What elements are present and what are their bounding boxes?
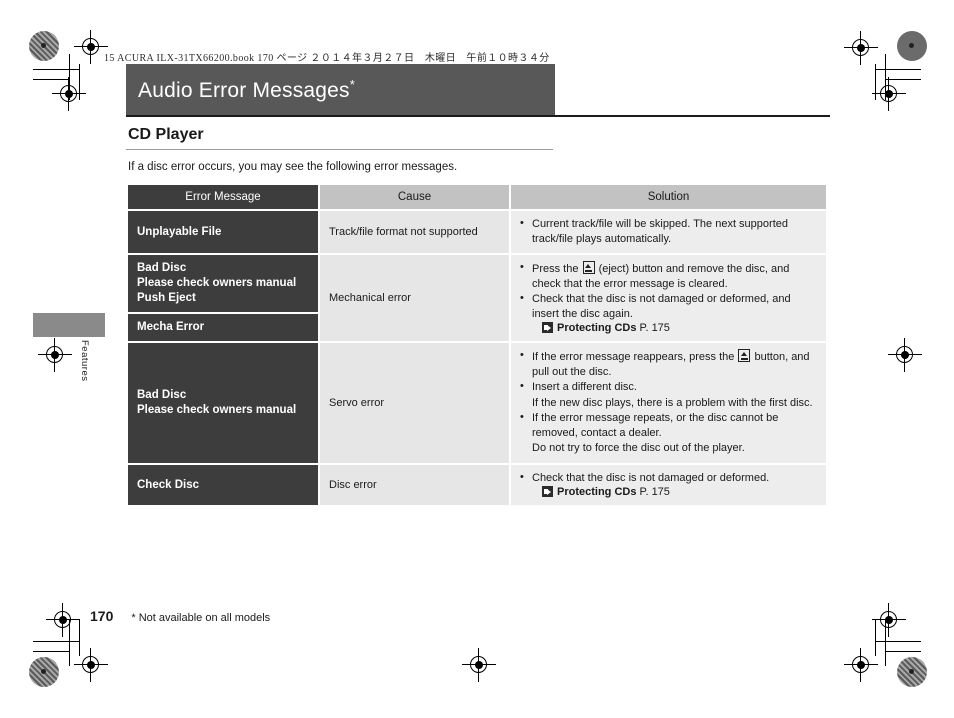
section-heading: CD Player — [128, 126, 204, 143]
registration-mark-bottom-right-lower — [844, 648, 878, 682]
crop-mark — [885, 651, 921, 652]
error-message-cell: Bad Disc Please check owners manual — [126, 341, 320, 465]
column-header-error-message: Error Message — [126, 183, 320, 211]
registration-mark-bottom-right — [872, 603, 906, 637]
solution-cell: If the error message reappears, press th… — [509, 341, 828, 465]
solution-list: Current track/file will be skipped. The … — [520, 216, 817, 246]
solution-bullet: If the error message repeats, or the dis… — [520, 410, 817, 440]
error-message-cell: Mecha Error — [126, 311, 320, 344]
solution-list: Check that the disc is not damaged or de… — [520, 470, 817, 498]
crop-mark — [33, 651, 69, 652]
solution-cell: Check that the disc is not damaged or de… — [509, 462, 828, 508]
cross-reference[interactable]: Protecting CDs P. 175 — [542, 322, 817, 334]
page-number: 170 — [90, 608, 114, 624]
cross-reference[interactable]: Protecting CDs P. 175 — [542, 486, 817, 498]
cause-cell: Mechanical error — [318, 253, 511, 344]
crop-mark — [875, 641, 921, 642]
table-row: Bad Disc Please check owners manual Servo … — [126, 341, 828, 465]
error-message-cell: Check Disc — [126, 462, 320, 508]
reference-arrow-icon — [542, 322, 553, 334]
table-header-row: Error Message Cause Solution — [126, 183, 828, 211]
registration-mark-left-middle — [38, 338, 72, 372]
registration-mark-bottom-center — [462, 648, 496, 682]
eject-icon — [738, 349, 751, 363]
footnote-text: * Not available on all models — [131, 612, 271, 624]
eject-icon — [582, 261, 595, 275]
solution-bullet: Press the (eject) button and remove the … — [520, 260, 817, 291]
cross-reference-title: Protecting CDs — [557, 486, 637, 499]
title-underline — [126, 115, 830, 117]
solution-subtext: Do not try to force the disc out of the … — [532, 442, 745, 455]
registration-mark-top-right — [844, 31, 878, 65]
page-title-asterisk: * — [349, 76, 356, 92]
section-tab-label: Features — [79, 340, 90, 382]
solution-bullet: Insert a different disc. — [520, 379, 817, 395]
crop-mark — [885, 79, 921, 80]
print-job-header: 15 ACURA ILX-31TX66200.book 170 ページ ２０１４… — [104, 53, 550, 64]
registration-mark-bottom-left — [46, 603, 80, 637]
solution-bullet: If the error message reappears, press th… — [520, 348, 817, 379]
solution-list: If the error message reappears, press th… — [520, 348, 817, 456]
table-row: Bad Disc Please check owners manual Push E… — [126, 253, 828, 344]
cause-cell: Track/file format not supported — [318, 208, 511, 256]
manual-page: 15 ACURA ILX-31TX66200.book 170 ページ ２０１４… — [0, 0, 954, 718]
page-title: Audio Error Messages* — [138, 77, 355, 103]
section-intro-text: If a disc error occurs, you may see the … — [128, 161, 458, 173]
page-content: Audio Error Messages* CD Player If a dis… — [126, 64, 830, 508]
column-header-cause: Cause — [318, 183, 511, 211]
cause-cell: Disc error — [318, 462, 511, 508]
crop-mark — [79, 64, 80, 100]
solution-bullet: Check that the disc is not damaged or de… — [520, 291, 817, 321]
print-color-dot-top-left — [29, 31, 59, 61]
solution-cell: Current track/file will be skipped. The … — [509, 208, 828, 256]
crop-mark — [875, 620, 876, 656]
solution-list: Press the (eject) button and remove the … — [520, 260, 817, 334]
section-heading-underline — [126, 149, 553, 150]
solution-bullet: Check that the disc is not damaged or de… — [520, 470, 817, 486]
registration-mark-top-left-upper — [74, 30, 108, 64]
error-messages-table: Error Message Cause Solution Unplayable … — [126, 183, 828, 508]
cross-reference-page: P. 175 — [639, 486, 670, 499]
crop-mark — [33, 79, 69, 80]
crop-mark — [33, 641, 79, 642]
cross-reference-page: P. 175 — [639, 322, 670, 335]
page-footer: 170 * Not available on all models — [90, 608, 270, 624]
page-title-text: Audio Error Messages — [138, 78, 350, 102]
error-message-cell: Bad Disc Please check owners manual Push E… — [126, 253, 320, 314]
reference-arrow-icon — [542, 486, 553, 498]
table-row: Unplayable File Track/file format not sup… — [126, 208, 828, 256]
cause-cell: Servo error — [318, 341, 511, 465]
solution-cell: Press the (eject) button and remove the … — [509, 253, 828, 344]
crop-mark — [79, 620, 80, 656]
crop-mark — [69, 620, 70, 666]
crop-mark — [33, 69, 79, 70]
print-color-dot-bottom-left — [29, 657, 59, 687]
column-header-solution: Solution — [509, 183, 828, 211]
solution-subtext: If the new disc plays, there is a proble… — [532, 396, 813, 409]
crop-mark — [69, 54, 70, 100]
crop-mark — [885, 620, 886, 666]
error-message-cell: Unplayable File — [126, 208, 320, 256]
table-body: Unplayable File Track/file format not sup… — [126, 208, 828, 508]
registration-mark-right-middle — [888, 338, 922, 372]
print-color-dot-bottom-right — [897, 657, 927, 687]
table-row: Check DiscDisc error Check that the disc … — [126, 462, 828, 508]
registration-mark-top-right-lower — [872, 77, 906, 111]
crop-mark — [885, 54, 886, 100]
page-title-bar: Audio Error Messages* — [126, 64, 555, 115]
print-color-dot-top-right — [897, 31, 927, 61]
section-tab-marker — [33, 313, 105, 337]
solution-bullet: Current track/file will be skipped. The … — [520, 216, 817, 246]
cross-reference-title: Protecting CDs — [557, 322, 637, 335]
crop-mark — [875, 69, 921, 70]
